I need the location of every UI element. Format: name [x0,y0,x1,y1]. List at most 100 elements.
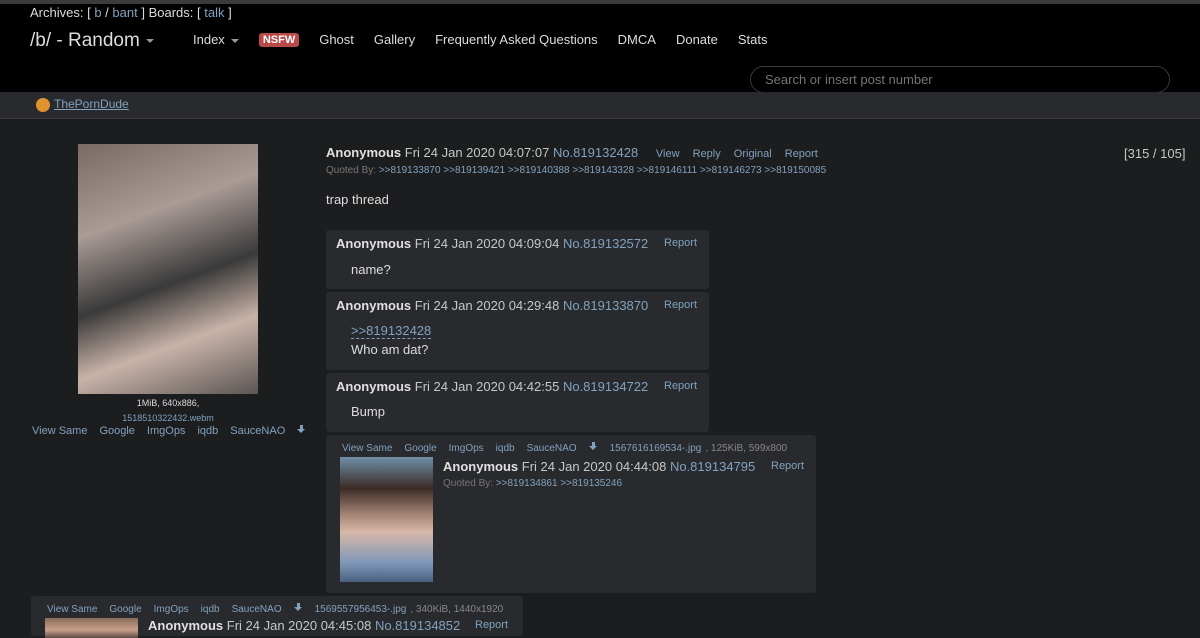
op-report-button[interactable]: Report [785,148,818,160]
nav-index-label: Index [193,32,225,47]
file-meta: , 340KiB, 1440x1920 [410,603,504,615]
post-number[interactable]: No.819134722 [563,379,648,394]
report-button[interactable]: Report [475,619,508,631]
reply-post: View Same Google ImgOps iqdb SauceNAO 15… [31,596,523,638]
tool-google[interactable]: Google [404,443,436,454]
tool-imgops[interactable]: ImgOps [449,443,484,454]
download-icon[interactable] [293,603,303,615]
op-tool-iqdb[interactable]: iqdb [197,425,218,437]
op-tool-google[interactable]: Google [99,425,134,437]
poster-name: Anonymous [148,618,224,633]
quoted-by-label: Quoted By: [443,478,494,489]
op-original-button[interactable]: Original [734,148,772,160]
op-comment: trap thread [326,192,389,207]
reply-header: Anonymous Fri 24 Jan 2020 04:45:08 No.81… [148,618,460,633]
search-input[interactable] [750,66,1170,93]
nav-ghost[interactable]: Ghost [319,32,354,47]
tool-iqdb[interactable]: iqdb [496,443,515,454]
download-icon[interactable] [588,442,598,454]
op-header: Anonymous Fri 24 Jan 2020 04:07:07 No.81… [326,145,828,160]
sponsor-bar: ThePornDude [0,92,1200,119]
nav-donate[interactable]: Donate [676,32,718,47]
post-date: Fri 24 Jan 2020 04:44:08 [521,459,667,474]
quoted-by: Quoted By: >>819134861 >>819135246 [443,478,622,489]
reply-comment: Who am dat? [351,342,429,357]
poster-name: Anonymous [336,379,412,394]
reply-header: Anonymous Fri 24 Jan 2020 04:44:08 No.81… [443,459,755,474]
quoted-by-links[interactable]: >>819133870 >>819139421 >>819140388 >>81… [379,165,826,176]
op-date: Fri 24 Jan 2020 04:07:07 [404,145,550,160]
reply-post: Anonymous Fri 24 Jan 2020 04:09:04 No.81… [326,230,709,289]
op-file-meta: 1MiB, 640x886, [136,398,200,408]
quote-link[interactable]: >>819132428 [351,323,432,339]
op-controls: View Reply Original Report [656,148,828,160]
chevron-down-icon [145,38,154,43]
op-thumbnail[interactable] [78,144,258,394]
op-reply-button[interactable]: Reply [693,148,721,160]
poster-name: Anonymous [443,459,519,474]
post-date: Fri 24 Jan 2020 04:42:55 [414,379,560,394]
reply-header: Anonymous Fri 24 Jan 2020 04:09:04 No.81… [336,236,648,251]
op-tool-imgops[interactable]: ImgOps [147,425,186,437]
chevron-down-icon [230,38,239,43]
nav-gallery[interactable]: Gallery [374,32,415,47]
tool-view-same[interactable]: View Same [342,443,392,454]
op-tool-view-same[interactable]: View Same [32,425,87,437]
reply-thumbnail[interactable] [45,618,138,638]
post-date: Fri 24 Jan 2020 04:45:08 [226,618,372,633]
report-button[interactable]: Report [771,460,804,472]
report-button[interactable]: Report [664,237,697,249]
post-number[interactable]: No.819134795 [670,459,755,474]
tool-saucenao[interactable]: SauceNAO [232,604,282,615]
op-view-button[interactable]: View [656,148,680,160]
tool-iqdb[interactable]: iqdb [201,604,220,615]
boards-close: ] [228,5,232,20]
reply-thumbnail[interactable] [340,457,433,582]
tool-saucenao[interactable]: SauceNAO [527,443,577,454]
nav-links: Index NSFW Ghost Gallery Frequently Aske… [193,32,788,47]
reply-header: Anonymous Fri 24 Jan 2020 04:42:55 No.81… [336,379,648,394]
tool-imgops[interactable]: ImgOps [154,604,189,615]
reply-post: Anonymous Fri 24 Jan 2020 04:42:55 No.81… [326,373,709,432]
op-file-info: 1MiB, 640x886, 1518510322432.webm [30,396,306,426]
reply-header: Anonymous Fri 24 Jan 2020 04:29:48 No.81… [336,298,648,313]
file-meta: , 125KiB, 599x800 [705,442,788,454]
report-button[interactable]: Report [664,380,697,392]
archive-link-bant[interactable]: bant [112,5,137,20]
op-file-link[interactable]: 1518510322432.webm [122,413,214,423]
reply-comment: Bump [351,404,385,419]
nav-faq[interactable]: Frequently Asked Questions [435,32,598,47]
download-icon[interactable] [297,425,306,437]
post-number[interactable]: No.819132572 [563,236,648,251]
post-number[interactable]: No.819134852 [375,618,460,633]
post-date: Fri 24 Jan 2020 04:09:04 [414,236,560,251]
board-title: /b/ - Random [30,30,140,51]
archive-separator: / [105,5,109,20]
board-title-dropdown[interactable]: /b/ - Random [30,30,154,52]
boards-label: ] Boards: [ [141,5,201,20]
nsfw-badge: NSFW [258,32,300,47]
file-link[interactable]: 1567616169534-.jpg [610,443,702,454]
image-tools: View Same Google ImgOps iqdb SauceNAO 15… [47,603,503,615]
quoted-by-links[interactable]: >>819134861 >>819135246 [496,478,622,489]
tool-view-same[interactable]: View Same [47,604,97,615]
tool-google[interactable]: Google [109,604,141,615]
report-button[interactable]: Report [664,299,697,311]
navbar: Archives: [ b / bant ] Boards: [ talk ] … [0,4,1200,93]
archives-label: Archives: [ [30,5,91,20]
poster-name: Anonymous [336,236,412,251]
archive-link-b[interactable]: b [94,5,101,20]
reply-post: Anonymous Fri 24 Jan 2020 04:29:48 No.81… [326,292,709,370]
nav-index-dropdown[interactable]: Index [193,32,239,47]
nav-stats[interactable]: Stats [738,32,768,47]
op-tool-saucenao[interactable]: SauceNAO [230,425,285,437]
sponsor-link[interactable]: ThePornDude [36,97,129,112]
reply-post: View Same Google ImgOps iqdb SauceNAO 15… [326,435,816,593]
file-link[interactable]: 1569557956453-.jpg [315,604,407,615]
post-number[interactable]: No.819133870 [563,298,648,313]
board-link-talk[interactable]: talk [204,5,224,20]
nav-dmca[interactable]: DMCA [618,32,656,47]
sponsor-logo-icon [36,97,50,112]
op-post-number[interactable]: No.819132428 [553,145,638,160]
sponsor-label: ThePornDude [54,97,129,111]
